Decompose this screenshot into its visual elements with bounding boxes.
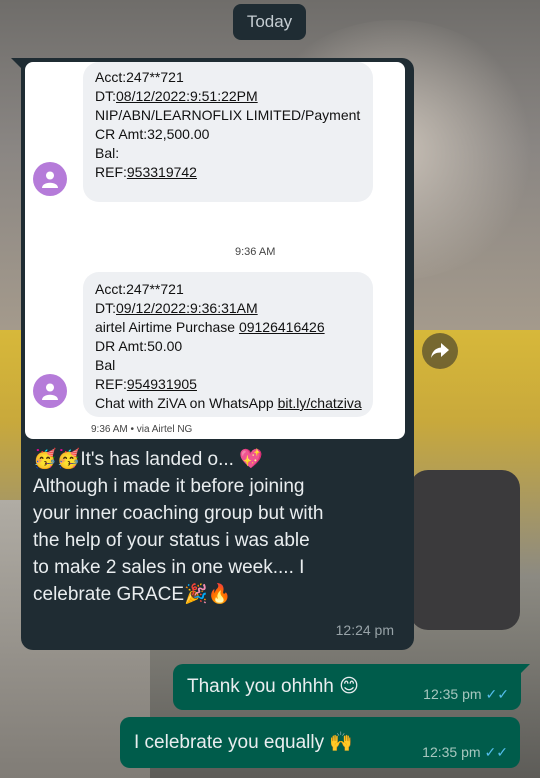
sms-ref: REF:953319742: [95, 164, 197, 180]
sender-avatar: [33, 374, 67, 408]
sms-amount: CR Amt:32,500.00: [95, 126, 210, 142]
double-check-icon: ✓✓: [485, 686, 509, 702]
sparkling-heart-emoji: 💖: [239, 448, 263, 470]
forward-button[interactable]: [422, 333, 458, 369]
date-separator: Today: [233, 4, 306, 40]
sms-acct: Acct:247**721: [95, 281, 184, 297]
sms-acct: Acct:247**721: [95, 69, 184, 85]
smiling-face-emoji: 😊: [339, 675, 359, 697]
outgoing-message-bubble[interactable]: I celebrate you equally 🙌 12:35 pm ✓✓: [120, 717, 520, 768]
forward-icon: [431, 343, 449, 358]
person-icon: [42, 383, 58, 400]
incoming-message-text: 🥳🥳It's has landed o... 💖 Although i made…: [33, 448, 324, 605]
outgoing-message-bubble[interactable]: Thank you ohhhh 😊 12:35 pm ✓✓: [173, 664, 530, 710]
sms-balance: Bal:: [95, 145, 120, 161]
sms-description: NIP/ABN/LEARNOFLIX LIMITED/Payment: [95, 107, 361, 123]
party-face-emoji: 🥳🥳: [33, 448, 81, 470]
ziva-link: bit.ly/chatziva: [277, 395, 362, 411]
sms-bubble-debit: Acct:247**721 DT:09/12/2022:9:36:31AM ai…: [83, 272, 373, 417]
incoming-message-bubble[interactable]: Acct:247**721 DT:08/12/2022:9:51:22PM NI…: [11, 58, 414, 650]
message-timestamp: 12:35 pm ✓✓: [423, 686, 509, 702]
sms-ziva-line: Chat with ZiVA on WhatsApp bit.ly/chatzi…: [95, 395, 362, 411]
person-icon: [42, 171, 58, 188]
sms-via-label: 9:36 AM • via Airtel NG: [91, 424, 193, 435]
sms-description: airtel Airtime Purchase 09126416426: [95, 319, 325, 335]
sms-date: DT:09/12/2022:9:36:31AM: [95, 300, 258, 316]
message-timestamp: 12:35 pm ✓✓: [422, 744, 508, 760]
sms-date: DT:08/12/2022:9:51:22PM: [95, 88, 258, 104]
outgoing-message-text: Thank you ohhhh 😊: [187, 675, 359, 697]
sms-balance: Bal: [95, 357, 116, 373]
sms-ref: REF:954931905: [95, 376, 197, 392]
sms-amount: DR Amt:50.00: [95, 338, 183, 354]
raising-hands-emoji: 🙌: [329, 731, 354, 753]
outgoing-message-text: I celebrate you equally 🙌: [134, 731, 354, 753]
party-fire-emoji: 🎉🔥: [184, 583, 232, 605]
message-timestamp: 12:24 pm: [335, 622, 394, 638]
sms-time: 9:36 AM: [235, 246, 276, 258]
sms-bubble-credit: Acct:247**721 DT:08/12/2022:9:51:22PM NI…: [83, 62, 373, 202]
sender-avatar: [33, 162, 67, 196]
double-check-icon: ✓✓: [484, 744, 508, 760]
sms-screenshot-image[interactable]: Acct:247**721 DT:08/12/2022:9:51:22PM NI…: [25, 62, 405, 439]
